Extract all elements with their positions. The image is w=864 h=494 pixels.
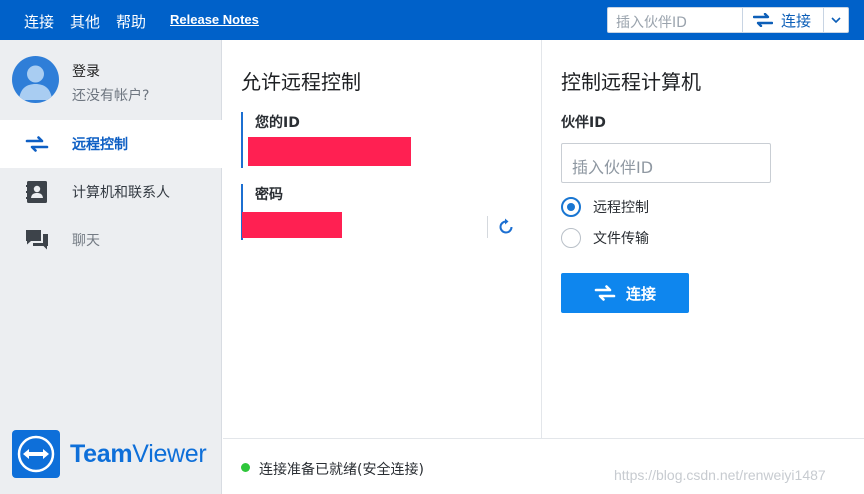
radio-label: 远程控制	[593, 200, 649, 216]
your-id-value-redacted	[248, 137, 411, 166]
control-panel-title: 控制远程计算机	[561, 70, 701, 94]
menu-help[interactable]: 帮助	[116, 11, 146, 32]
top-connect-button[interactable]: 连接	[743, 7, 823, 33]
sidebar-item-remote-control[interactable]: 远程控制	[0, 120, 222, 168]
password-value-redacted	[242, 212, 342, 238]
status-text: 连接准备已就绪(安全连接)	[259, 462, 424, 478]
login-link[interactable]: 登录	[72, 61, 100, 81]
contacts-icon	[24, 179, 50, 205]
top-connect-dropdown[interactable]	[823, 7, 849, 33]
connect-button[interactable]: 连接	[561, 273, 689, 313]
teamviewer-logo: TeamViewer	[12, 430, 212, 480]
partner-id-label: 伙伴ID	[561, 115, 606, 131]
connect-button-label: 连接	[625, 284, 656, 303]
allow-remote-control-panel: 允许远程控制 您的ID 密码	[223, 40, 542, 438]
teamviewer-logo-mark	[12, 430, 60, 478]
status-bar: 连接准备已就绪(安全连接) https://blog.csdn.net/renw…	[223, 438, 864, 494]
allow-panel-title: 允许远程控制	[241, 70, 361, 94]
top-menu-bar: 连接 其他 帮助 Release Notes 插入伙伴ID 连接	[0, 0, 864, 40]
sidebar: 登录 还没有帐户? 远程控制 计算机和联系人 聊天 TeamViewer	[0, 40, 222, 494]
watermark-text: https://blog.csdn.net/renweiyi1487	[614, 467, 826, 483]
partner-id-input[interactable]: 插入伙伴ID	[561, 143, 771, 183]
menu-other[interactable]: 其他	[70, 11, 100, 32]
no-account-link[interactable]: 还没有帐户?	[72, 85, 149, 105]
release-notes-link[interactable]: Release Notes	[170, 12, 259, 27]
teamviewer-arrows-icon	[17, 435, 55, 473]
option-remote-control[interactable]: 远程控制	[561, 197, 649, 217]
teamviewer-wordmark: TeamViewer	[70, 440, 207, 468]
your-id-label: 您的ID	[255, 115, 300, 131]
avatar[interactable]	[12, 56, 59, 103]
password-label: 密码	[255, 187, 283, 203]
sidebar-item-label: 计算机和联系人	[72, 185, 170, 201]
password-divider	[487, 216, 488, 238]
top-partner-id-input[interactable]: 插入伙伴ID	[607, 7, 743, 33]
control-remote-computer-panel: 控制远程计算机 伙伴ID 插入伙伴ID 远程控制 文件传输 连接	[543, 40, 864, 438]
option-file-transfer[interactable]: 文件传输	[561, 228, 649, 248]
chat-icon	[24, 227, 50, 253]
radio-remote-control[interactable]	[561, 197, 581, 217]
sidebar-item-computers-contacts[interactable]: 计算机和联系人	[0, 168, 222, 216]
arrows-swap-icon	[24, 131, 50, 157]
sidebar-item-chat[interactable]: 聊天	[0, 216, 222, 264]
sidebar-item-label: 聊天	[72, 233, 100, 249]
arrows-swap-icon	[753, 13, 773, 27]
menu-connect[interactable]: 连接	[24, 11, 54, 32]
refresh-icon[interactable]	[497, 218, 515, 236]
user-icon	[19, 65, 52, 100]
arrows-swap-icon	[594, 285, 616, 301]
radio-label: 文件传输	[593, 231, 649, 247]
top-connect-label: 连接	[781, 11, 812, 30]
sidebar-item-label: 远程控制	[72, 137, 128, 153]
radio-file-transfer[interactable]	[561, 228, 581, 248]
status-indicator	[241, 463, 250, 472]
chevron-down-icon	[831, 17, 841, 23]
